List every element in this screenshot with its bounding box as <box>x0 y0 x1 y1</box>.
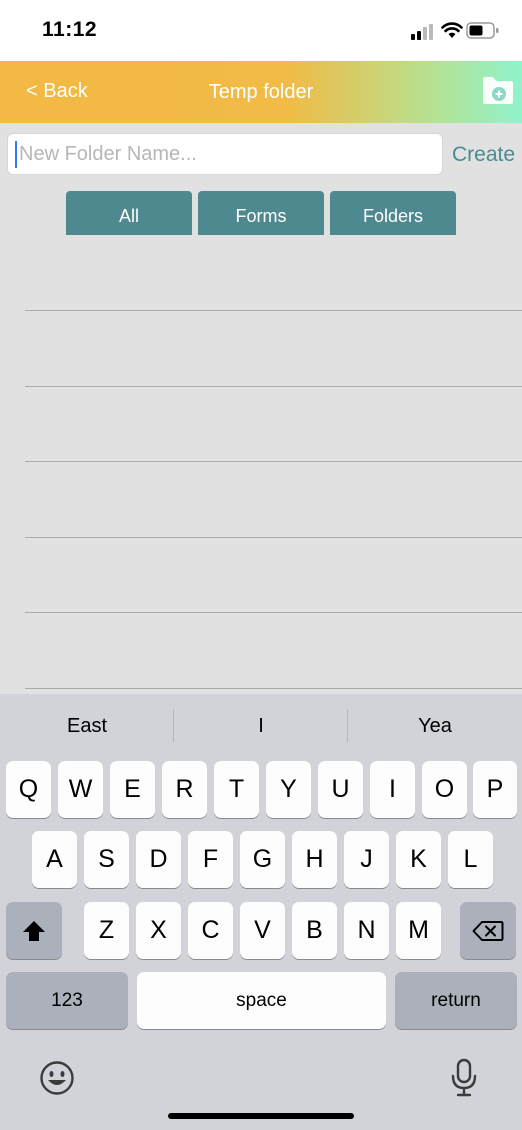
key-c[interactable]: C <box>188 902 233 959</box>
key-y[interactable]: Y <box>266 761 311 818</box>
shift-key[interactable] <box>6 902 62 959</box>
delete-key[interactable] <box>460 902 516 959</box>
page-title: Temp folder <box>208 81 314 103</box>
list-separator <box>25 688 522 689</box>
wifi-icon <box>441 22 463 38</box>
key-w[interactable]: W <box>58 761 103 818</box>
status-time: 11:12 <box>42 18 98 41</box>
key-x[interactable]: X <box>136 902 181 959</box>
key-u[interactable]: U <box>318 761 363 818</box>
create-button[interactable]: Create <box>452 143 515 167</box>
key-o[interactable]: O <box>422 761 467 818</box>
key-l[interactable]: L <box>448 831 493 888</box>
battery-icon <box>466 22 499 39</box>
key-a[interactable]: A <box>32 831 77 888</box>
cellular-signal-icon <box>411 24 433 40</box>
list-separator <box>25 386 522 387</box>
key-i[interactable]: I <box>370 761 415 818</box>
key-q[interactable]: Q <box>6 761 51 818</box>
suggestion-yea[interactable]: Yea <box>355 715 515 738</box>
list-separator <box>25 612 522 613</box>
suggestion-divider <box>173 709 174 742</box>
key-v[interactable]: V <box>240 902 285 959</box>
backspace-icon <box>472 921 504 942</box>
tab-forms[interactable]: Forms <box>198 191 324 235</box>
suggestion-divider <box>347 709 348 742</box>
text-caret <box>15 141 17 168</box>
key-h[interactable]: H <box>292 831 337 888</box>
list-separator <box>25 310 522 311</box>
key-g[interactable]: G <box>240 831 285 888</box>
folder-plus-icon[interactable] <box>481 74 515 106</box>
key-t[interactable]: T <box>214 761 259 818</box>
key-f[interactable]: F <box>188 831 233 888</box>
key-s[interactable]: S <box>84 831 129 888</box>
space-key[interactable]: space <box>137 972 386 1029</box>
key-r[interactable]: R <box>162 761 207 818</box>
list-separator <box>25 461 522 462</box>
emoji-icon[interactable] <box>39 1060 75 1096</box>
numbers-key[interactable]: 123 <box>6 972 128 1029</box>
key-z[interactable]: Z <box>84 902 129 959</box>
home-indicator <box>168 1113 354 1119</box>
key-k[interactable]: K <box>396 831 441 888</box>
key-e[interactable]: E <box>110 761 155 818</box>
shift-icon <box>23 921 45 942</box>
list-separator <box>25 537 522 538</box>
return-key[interactable]: return <box>395 972 517 1029</box>
key-j[interactable]: J <box>344 831 389 888</box>
key-d[interactable]: D <box>136 831 181 888</box>
microphone-icon[interactable] <box>450 1058 478 1098</box>
key-m[interactable]: M <box>396 902 441 959</box>
key-b[interactable]: B <box>292 902 337 959</box>
suggestion-east[interactable]: East <box>7 715 167 738</box>
tab-folders[interactable]: Folders <box>330 191 456 235</box>
suggestion-i[interactable]: I <box>181 715 341 738</box>
tab-all[interactable]: All <box>66 191 192 235</box>
key-p[interactable]: P <box>473 761 517 818</box>
key-n[interactable]: N <box>344 902 389 959</box>
folder-name-input[interactable] <box>17 134 439 174</box>
